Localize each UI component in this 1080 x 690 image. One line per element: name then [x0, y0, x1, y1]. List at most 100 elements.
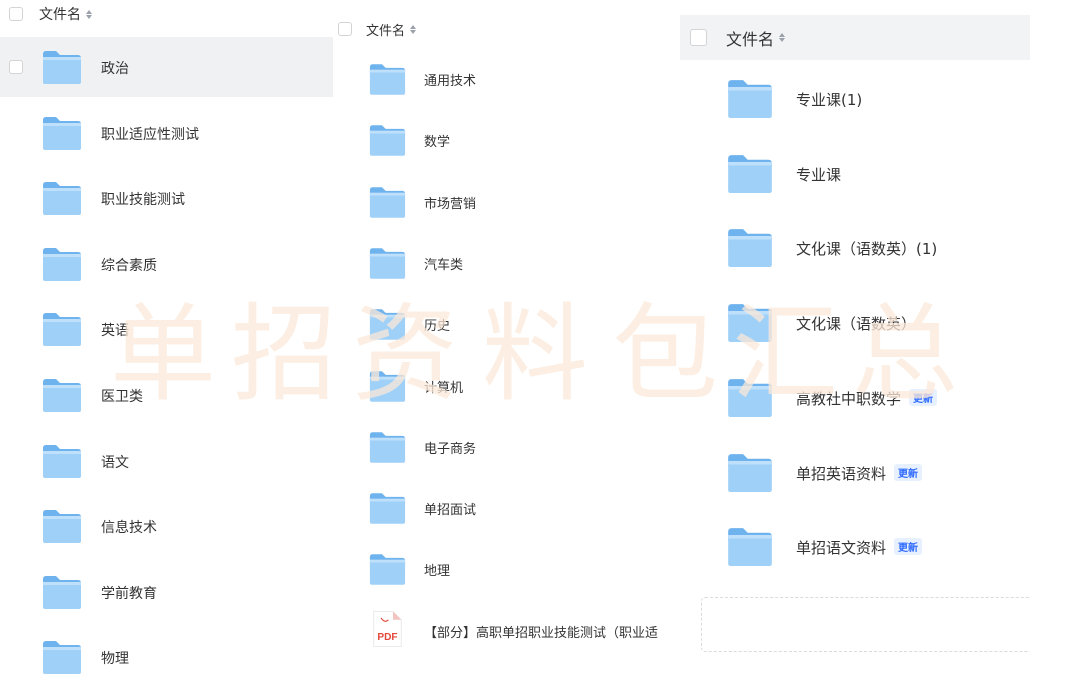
folder-row[interactable]: 专业课(1) — [680, 63, 1030, 138]
folder-name[interactable]: 电子商务 — [424, 438, 476, 457]
folder-row[interactable]: 政治 — [0, 37, 333, 97]
item-label: 信息技术 — [101, 520, 157, 537]
folder-row[interactable]: 语文 — [0, 431, 333, 491]
folder-name[interactable]: 职业适应性测试 — [101, 124, 199, 144]
update-badge: 更新 — [894, 463, 923, 481]
folder-name[interactable]: 政治 — [101, 58, 129, 78]
item-label: 历史 — [424, 319, 451, 335]
folder-icon — [42, 115, 82, 151]
folder-name[interactable]: 专业课 — [796, 164, 841, 185]
folder-name[interactable]: 市场营销 — [424, 193, 476, 212]
folder-row[interactable]: 学前教育 — [0, 562, 333, 622]
folder-name[interactable]: 单招语文资料 更新 — [796, 537, 923, 558]
folder-row[interactable]: 综合素质 — [0, 234, 333, 294]
folder-row[interactable]: 电子商务 — [333, 416, 663, 476]
folder-row[interactable]: 物理 — [0, 627, 333, 687]
folder-icon — [42, 639, 82, 675]
item-label: 通用技术 — [424, 74, 477, 89]
folder-name[interactable]: 语文 — [101, 452, 129, 472]
folder-row[interactable]: 职业适应性测试 — [0, 103, 333, 163]
folder-icon — [42, 574, 82, 610]
folder-name[interactable]: 历史 — [424, 315, 450, 334]
item-label: 专业课(1) — [796, 91, 863, 109]
folder-icon — [42, 311, 82, 347]
folder-row[interactable]: 英语 — [0, 299, 333, 359]
folder-row[interactable]: 单招英语资料 更新 — [680, 437, 1030, 512]
folder-icon — [42, 49, 82, 85]
filename-column-header[interactable]: 文件名 — [366, 20, 405, 39]
folder-icon — [727, 451, 773, 494]
select-all-checkbox[interactable] — [338, 22, 352, 36]
list-header: 文件名 — [333, 19, 417, 39]
folder-name[interactable]: 汽车类 — [424, 254, 463, 273]
item-label: 【部分】高职单招职业技能测试（职业适 — [424, 625, 659, 641]
item-label: 文化课（语数英）(1) — [796, 240, 938, 259]
item-label: 单招面试 — [424, 503, 477, 519]
update-badge: 更新 — [909, 388, 938, 406]
folder-row[interactable]: 高教社中职数学 更新 — [680, 362, 1030, 437]
sort-icon[interactable] — [410, 24, 417, 34]
file-name[interactable]: 【部分】高职单招职业技能测试（职业适 — [424, 622, 662, 641]
folder-icon — [369, 307, 406, 341]
folder-name[interactable]: 医卫类 — [101, 386, 143, 406]
item-label: 计算机 — [424, 380, 464, 396]
list-header: 文件名 — [680, 15, 1030, 60]
folder-name[interactable]: 专业课(1) — [796, 89, 862, 110]
folder-name[interactable]: 数学 — [424, 131, 450, 150]
folder-row[interactable]: 数学 — [333, 109, 663, 169]
row-checkbox[interactable] — [9, 60, 23, 74]
folder-row[interactable]: 单招面试 — [333, 477, 663, 537]
folder-row[interactable]: 汽车类 — [333, 232, 663, 292]
list-header: 文件名 — [0, 4, 92, 24]
item-label: 单招语文资料 — [796, 539, 887, 558]
item-label: 职业技能测试 — [101, 192, 185, 209]
folder-name[interactable]: 通用技术 — [424, 70, 476, 89]
folder-name[interactable]: 文化课（语数英） — [796, 313, 916, 334]
folder-row[interactable]: 通用技术 — [333, 48, 663, 108]
folder-row[interactable]: 医卫类 — [0, 365, 333, 425]
folder-name[interactable]: 地理 — [424, 560, 450, 579]
folder-icon — [369, 62, 406, 96]
filename-column-header[interactable]: 文件名 — [39, 4, 81, 24]
folder-name[interactable]: 单招面试 — [424, 499, 476, 518]
file-list-panel-left: 文件名 政治职业适应性测试 职业技能测试 综合素质英语医卫类语文信息技术学前教育物理 — [0, 0, 333, 690]
item-label: 综合素质 — [101, 257, 157, 274]
folder-name[interactable]: 英语 — [101, 320, 129, 340]
folder-icon — [369, 552, 406, 586]
sort-icon[interactable] — [779, 33, 786, 42]
folder-name[interactable]: 物理 — [101, 648, 129, 668]
folder-row[interactable]: 职业技能测试 — [0, 168, 333, 228]
folder-icon — [369, 123, 406, 157]
folder-icon — [42, 377, 82, 413]
folder-name[interactable]: 职业技能测试 — [101, 189, 185, 209]
folder-name[interactable]: 计算机 — [424, 377, 463, 396]
item-label: 医卫类 — [101, 389, 143, 405]
item-label: 文化课（语数英） — [796, 315, 917, 334]
folder-row[interactable]: 文化课（语数英）(1) — [680, 212, 1030, 287]
folder-row[interactable]: 信息技术 — [0, 496, 333, 556]
folder-row[interactable]: 市场营销 — [333, 171, 663, 231]
folder-row[interactable]: 计算机 — [333, 355, 663, 415]
folder-name[interactable]: 学前教育 — [101, 583, 157, 603]
folder-name[interactable]: 综合素质 — [101, 255, 157, 275]
filename-column-header[interactable]: 文件名 — [726, 26, 774, 50]
update-badge: 更新 — [894, 538, 923, 556]
file-row[interactable]: PDF 【部分】高职单招职业技能测试（职业适 — [333, 600, 663, 660]
folder-row[interactable]: 专业课 — [680, 138, 1030, 213]
folder-row[interactable]: 历史 — [333, 293, 663, 353]
folder-row[interactable]: 单招语文资料 更新 — [680, 511, 1030, 586]
folder-name[interactable]: 文化课（语数英）(1) — [796, 238, 937, 259]
item-label: 英语 — [101, 323, 129, 340]
folder-name[interactable]: 高教社中职数学 更新 — [796, 388, 938, 409]
select-all-checkbox[interactable] — [9, 7, 23, 21]
folder-row[interactable]: 文化课（语数英） — [680, 287, 1030, 362]
upload-drop-zone[interactable] — [701, 597, 1030, 652]
folder-name[interactable]: 信息技术 — [101, 517, 157, 537]
sort-icon[interactable] — [86, 9, 92, 19]
pdf-file-icon: PDF — [370, 610, 404, 648]
folder-row[interactable]: 地理 — [333, 538, 663, 598]
folder-name[interactable]: 单招英语资料 更新 — [796, 463, 923, 484]
item-label: 数学 — [424, 135, 451, 151]
select-all-checkbox[interactable] — [690, 29, 707, 46]
folder-icon — [42, 246, 82, 282]
